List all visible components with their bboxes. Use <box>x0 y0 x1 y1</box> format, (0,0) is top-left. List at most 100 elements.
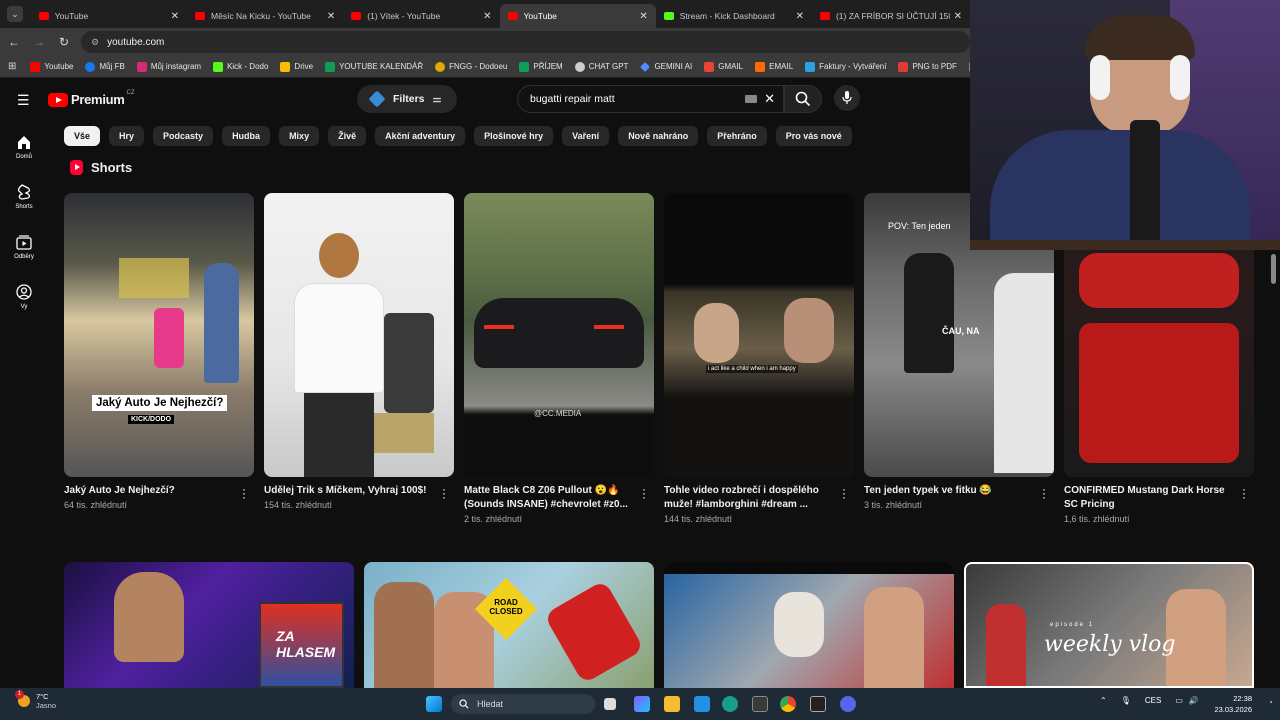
apps-grid-icon[interactable]: ⊞ <box>8 61 16 72</box>
video-thumbnail[interactable]: ROAD CLOSED <box>364 562 654 688</box>
short-thumbnail[interactable]: Jaký Auto Je Nejhezčí? KICK/DODO <box>64 193 254 477</box>
search-input[interactable]: bugatti repair matt ✕ <box>517 85 784 113</box>
chip[interactable]: Mixy <box>279 126 320 146</box>
weather-widget[interactable]: 1 7°C Jasno <box>15 690 56 710</box>
bookmark[interactable]: FNGG - Dodoeu <box>435 61 507 72</box>
start-icon[interactable] <box>426 696 442 712</box>
video-thumbnail[interactable]: episode 1 weekly vlog <box>964 562 1254 688</box>
tab-search-button[interactable]: ⌄ <box>7 6 23 22</box>
short-title[interactable]: Tohle video rozbrečí i dospělého muže! #… <box>664 484 832 512</box>
browser-tab-active[interactable]: YouTube ✕ <box>499 4 656 28</box>
bookmark[interactable]: Můj instagram <box>136 61 201 72</box>
search-button[interactable] <box>784 85 822 113</box>
close-icon[interactable]: ✕ <box>171 11 179 22</box>
notifications-icon[interactable]: ◔ <box>1268 698 1273 707</box>
more-options-icon[interactable]: · · · <box>1042 483 1046 503</box>
file-explorer-icon[interactable] <box>664 696 680 712</box>
site-info-icon[interactable]: ⚙ <box>91 37 99 48</box>
bookmark[interactable]: Drive <box>280 61 313 72</box>
chip[interactable]: Akční adventury <box>375 126 466 146</box>
scrollbar-thumb[interactable] <box>1271 254 1276 284</box>
chip[interactable]: Vaření <box>562 126 610 146</box>
close-icon[interactable]: ✕ <box>639 11 647 22</box>
forward-icon[interactable]: → <box>28 35 50 49</box>
filters-button[interactable]: Filters ⚌ <box>357 85 457 113</box>
voice-search-button[interactable] <box>834 85 860 111</box>
short-thumbnail[interactable] <box>264 193 454 477</box>
sidebar-item-subscriptions[interactable]: Odběry <box>0 222 48 272</box>
short-thumbnail[interactable]: @CC.MEDIA <box>464 193 654 477</box>
bookmark[interactable]: PNG to PDF <box>898 61 957 72</box>
bookmark[interactable]: Faktury - Vytváření <box>805 61 886 72</box>
chip[interactable]: Živě <box>328 126 367 146</box>
bookmark[interactable]: YOUTUBE KALENDÁŘ <box>325 61 423 72</box>
volume-icon[interactable]: 🔊 <box>1189 696 1199 705</box>
short-title[interactable]: Matte Black C8 Z06 Pullout 😮🔥 (Sounds IN… <box>464 484 632 512</box>
task-view-icon[interactable] <box>604 698 616 710</box>
youtube-logo[interactable]: Premium CZ <box>48 90 135 107</box>
sidebar-item-shorts[interactable]: Shorts <box>0 172 48 222</box>
short-title[interactable]: Udělej Trik s Míčkem, Vyhraj 100$! <box>264 484 432 498</box>
more-options-icon[interactable]: · · · <box>442 483 446 503</box>
chip[interactable]: Podcasty <box>153 126 214 146</box>
short-card[interactable]: Jaký Auto Je Nejhezčí? KICK/DODO Jaký Au… <box>64 193 254 510</box>
short-card[interactable]: i act like a child when i am happy Tohle… <box>664 193 854 524</box>
more-options-icon[interactable]: · · · <box>242 483 246 503</box>
sidebar-item-home[interactable]: Domů <box>0 122 48 172</box>
edge-icon[interactable] <box>722 696 738 712</box>
bookmark[interactable]: Youtube <box>30 61 73 72</box>
page-scrollbar[interactable] <box>1268 250 1280 688</box>
network-icon[interactable]: ▭ <box>1175 696 1183 705</box>
more-options-icon[interactable]: · · · <box>1242 483 1246 503</box>
language-indicator[interactable]: CES <box>1145 696 1161 705</box>
browser-tab[interactable]: (1) ZA FRÍBOR SI ÚČTUJÍ 150Kč ✕ <box>812 4 970 28</box>
chip[interactable]: Plošinové hry <box>474 126 554 146</box>
short-card[interactable]: Udělej Trik s Míčkem, Vyhraj 100$! 154 t… <box>264 193 454 510</box>
close-icon[interactable]: ✕ <box>796 11 804 22</box>
outlook-icon[interactable] <box>694 696 710 712</box>
sidebar-item-you[interactable]: Vy <box>0 272 48 322</box>
bookmark[interactable]: GMAIL <box>704 61 743 72</box>
chip-all[interactable]: Vše <box>64 126 101 146</box>
chip[interactable]: Přehráno <box>707 126 767 146</box>
short-title[interactable]: Ten jeden typek ve fitku 😂 <box>864 484 1032 498</box>
chevron-up-icon[interactable]: ⌃ <box>1100 696 1107 705</box>
more-options-icon[interactable]: · · · <box>842 483 846 503</box>
chip[interactable]: Pro vás nové <box>775 126 852 146</box>
epic-games-icon[interactable] <box>810 696 826 712</box>
back-icon[interactable]: ← <box>3 35 25 49</box>
short-title[interactable]: CONFIRMED Mustang Dark Horse SC Pricing <box>1064 484 1232 512</box>
video-thumbnail[interactable]: ZA HLASEM <box>64 562 354 688</box>
bookmark[interactable]: PŘÍJEM <box>519 61 563 72</box>
short-title[interactable]: Jaký Auto Je Nejhezčí? <box>64 484 232 498</box>
url-field[interactable]: ⚙ youtube.com <box>81 31 970 53</box>
more-options-icon[interactable]: · · · <box>642 483 646 503</box>
keyboard-icon[interactable] <box>745 95 757 103</box>
browser-tab[interactable]: Stream - Kick Dashboard ✕ <box>656 4 812 28</box>
close-icon[interactable]: ✕ <box>954 11 962 22</box>
clear-icon[interactable]: ✕ <box>764 91 775 107</box>
taskbar-search[interactable]: Hledat <box>451 694 595 714</box>
bookmark[interactable]: Můj FB <box>85 61 125 72</box>
chip[interactable]: Nově nahráno <box>618 126 699 146</box>
chip[interactable]: Hry <box>109 126 145 146</box>
short-thumbnail[interactable]: i act like a child when i am happy <box>664 193 854 477</box>
bookmark[interactable]: Kick - Dodo <box>213 61 268 72</box>
bookmark[interactable]: GEMINI AI <box>640 61 692 72</box>
close-icon[interactable]: ✕ <box>483 11 491 22</box>
chrome-icon[interactable] <box>780 696 796 712</box>
reload-icon[interactable]: ↻ <box>53 35 75 49</box>
terminal-icon[interactable] <box>752 696 768 712</box>
browser-tab[interactable]: (1) Vítek - YouTube ✕ <box>343 4 499 28</box>
browser-tab[interactable]: YouTube ✕ <box>31 4 187 28</box>
clock[interactable]: 22:38 23.03.2026 <box>1210 693 1252 715</box>
browser-tab[interactable]: Měsíc Na Kicku - YouTube ✕ <box>187 4 343 28</box>
bookmark[interactable]: EMAIL <box>755 61 793 72</box>
video-thumbnail[interactable] <box>664 562 954 688</box>
close-icon[interactable]: ✕ <box>327 11 335 22</box>
copilot-icon[interactable] <box>634 696 650 712</box>
menu-icon[interactable]: ☰ <box>17 92 31 109</box>
discord-icon[interactable] <box>840 696 856 712</box>
microphone-icon[interactable]: 🎙 <box>1121 696 1131 705</box>
short-card[interactable]: @CC.MEDIA Matte Black C8 Z06 Pullout 😮🔥 … <box>464 193 654 524</box>
